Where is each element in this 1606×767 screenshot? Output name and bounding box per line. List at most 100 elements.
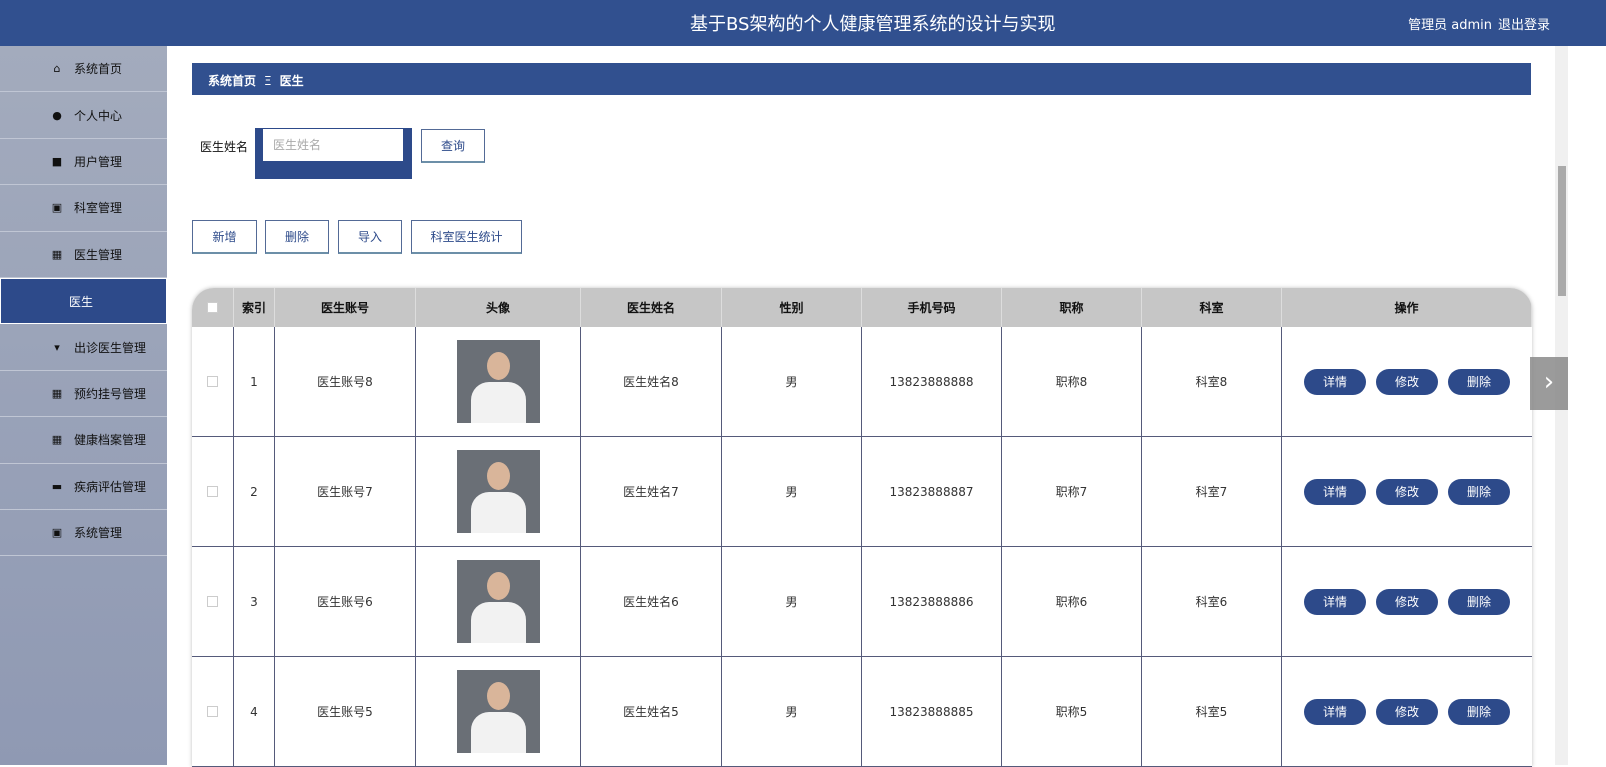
- detail-button[interactable]: 详情: [1304, 478, 1366, 505]
- sidebar-item-label: 用户管理: [74, 154, 123, 169]
- avatar-head: [486, 462, 510, 490]
- column-header: 操作: [1282, 288, 1532, 327]
- cell-gender: 男: [722, 437, 862, 546]
- sidebar-item[interactable]: 医生: [0, 277, 167, 325]
- column-header: 医生姓名: [581, 288, 722, 327]
- row-checkbox[interactable]: [207, 486, 218, 497]
- grid-icon: ▦: [51, 433, 63, 447]
- sidebar-item[interactable]: ▣ 科室管理: [0, 185, 167, 232]
- checkbox-cell: [192, 327, 234, 436]
- import-button[interactable]: 导入: [338, 220, 402, 254]
- sidebar-item-label: 预约挂号管理: [74, 386, 147, 401]
- cell-index: 1: [234, 327, 275, 436]
- row-delete-button[interactable]: 删除: [1448, 698, 1510, 725]
- next-arrow-button[interactable]: ›: [1530, 357, 1568, 410]
- cell-gender: 男: [722, 657, 862, 766]
- clipboard-check-icon: ▣: [51, 526, 63, 540]
- delete-button[interactable]: 删除: [265, 220, 329, 254]
- doctor-avatar: [456, 560, 540, 643]
- detail-button[interactable]: 详情: [1304, 698, 1366, 725]
- sidebar-item[interactable]: ▾ 出诊医生管理: [0, 324, 167, 371]
- sidebar-item-label: 出诊医生管理: [74, 340, 147, 355]
- cell-index: 3: [234, 547, 275, 656]
- doctor-avatar: [456, 340, 540, 423]
- doctor-avatar: [456, 450, 540, 533]
- avatar-body: [470, 602, 526, 643]
- cell-phone: 13823888888: [862, 327, 1002, 436]
- search-button[interactable]: 查询: [421, 129, 485, 163]
- actions-cell: 详情 修改 删除: [1282, 657, 1532, 766]
- sidebar-item-label: 健康档案管理: [74, 433, 147, 448]
- avatar-cell: [416, 437, 581, 546]
- sidebar-item[interactable]: ■ 用户管理: [0, 139, 167, 186]
- sidebar-item[interactable]: ▬ 疾病评估管理: [0, 464, 167, 510]
- current-user: 管理员 admin: [1408, 18, 1492, 33]
- cell-name: 医生姓名8: [581, 327, 722, 436]
- sidebar-item-label: 系统首页: [74, 62, 123, 77]
- column-header: 职称: [1002, 288, 1142, 327]
- breadcrumb-current: 医生: [279, 74, 304, 88]
- actions-cell: 详情 修改 删除: [1282, 547, 1532, 656]
- avatar-cell: [416, 547, 581, 656]
- avatar-head: [486, 572, 510, 600]
- avatar-head: [486, 352, 510, 380]
- row-delete-button[interactable]: 删除: [1448, 478, 1510, 505]
- cell-phone: 13823888885: [862, 657, 1002, 766]
- sidebar-item-label: 疾病评估管理: [74, 479, 147, 494]
- dept-doctor-stats-button[interactable]: 科室医生统计: [411, 220, 522, 254]
- edit-button[interactable]: 修改: [1376, 588, 1438, 615]
- edit-button[interactable]: 修改: [1376, 368, 1438, 395]
- select-all-cell: [192, 288, 234, 327]
- column-header: 科室: [1142, 288, 1282, 327]
- sidebar-item-label: 科室管理: [74, 201, 123, 216]
- avatar-head: [486, 682, 510, 710]
- sidebar-item[interactable]: ▣ 系统管理: [0, 510, 167, 557]
- column-header: 性别: [722, 288, 862, 327]
- add-button[interactable]: 新增: [192, 220, 257, 254]
- edit-button[interactable]: 修改: [1376, 698, 1438, 725]
- detail-button[interactable]: 详情: [1304, 588, 1366, 615]
- sidebar-item[interactable]: ● 个人中心: [0, 92, 167, 139]
- avatar-body: [470, 382, 526, 423]
- cell-gender: 男: [722, 327, 862, 436]
- table-row: 4 医生账号5 医生姓名5 男 13823888885 职称5 科室5 详情 修改 删除: [192, 657, 1532, 767]
- clipboard-x-icon: ▣: [51, 201, 63, 215]
- checkbox-cell: [192, 657, 234, 766]
- sidebar-item[interactable]: ▦ 健康档案管理: [0, 417, 167, 464]
- cell-name: 医生姓名6: [581, 547, 722, 656]
- search-field-wrap: [255, 128, 412, 179]
- cell-phone: 13823888887: [862, 437, 1002, 546]
- row-delete-button[interactable]: 删除: [1448, 588, 1510, 615]
- cell-account: 医生账号6: [275, 547, 416, 656]
- doctor-name-input[interactable]: [263, 129, 403, 161]
- scrollbar-thumb[interactable]: [1558, 166, 1566, 296]
- sidebar-item[interactable]: ⌂ 系统首页: [0, 46, 167, 93]
- pin-icon: ▾: [54, 340, 60, 354]
- row-checkbox[interactable]: [207, 596, 218, 607]
- row-delete-button[interactable]: 删除: [1448, 368, 1510, 395]
- table-row: 3 医生账号6 医生姓名6 男 13823888886 职称6 科室6 详情 修改 删除: [192, 547, 1532, 657]
- sidebar-item-label: 系统管理: [74, 526, 123, 541]
- cell-index: 2: [234, 437, 275, 546]
- logout-link[interactable]: 退出登录: [1498, 18, 1550, 33]
- avatar-body: [470, 492, 526, 533]
- avatar-body: [470, 712, 526, 753]
- row-checkbox[interactable]: [207, 376, 218, 387]
- app-title: 基于BS架构的个人健康管理系统的设计与实现: [690, 14, 1056, 35]
- detail-button[interactable]: 详情: [1304, 368, 1366, 395]
- edit-button[interactable]: 修改: [1376, 478, 1438, 505]
- checkbox-cell: [192, 437, 234, 546]
- cell-account: 医生账号8: [275, 327, 416, 436]
- column-header: 医生账号: [275, 288, 416, 327]
- column-header: 头像: [416, 288, 581, 327]
- user-info: 管理员 admin 退出登录: [1402, 14, 1550, 33]
- sidebar-item[interactable]: ▦ 预约挂号管理: [0, 371, 167, 418]
- sidebar-item[interactable]: ▦ 医生管理: [0, 232, 167, 278]
- doctor-avatar: [456, 670, 540, 753]
- breadcrumb-home[interactable]: 系统首页: [208, 74, 256, 88]
- cell-dept: 科室7: [1142, 437, 1282, 546]
- wallet-icon: ▬: [51, 479, 63, 493]
- row-checkbox[interactable]: [207, 706, 218, 717]
- breadcrumb-separator: Ξ: [264, 74, 272, 88]
- select-all-checkbox[interactable]: [207, 302, 218, 313]
